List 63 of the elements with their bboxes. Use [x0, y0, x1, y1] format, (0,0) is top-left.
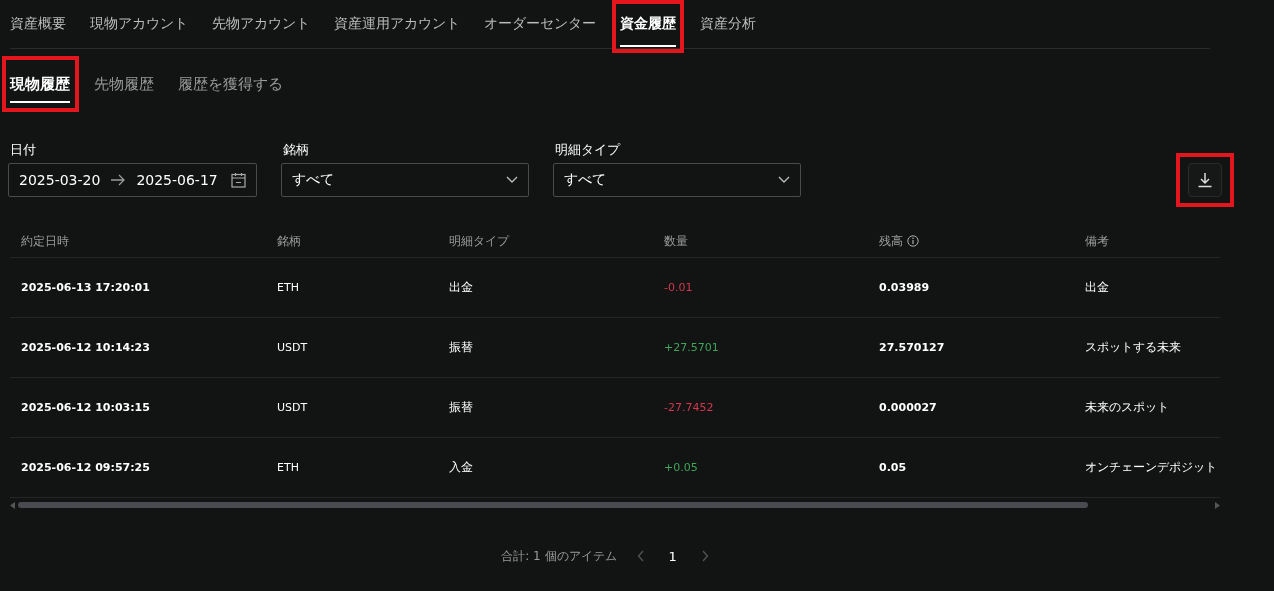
highlight-frame	[612, 0, 684, 53]
table-cell-text: +27.5701	[664, 341, 720, 354]
table-cell-text: 振替	[449, 399, 474, 416]
column-header: 明細タイプ	[449, 232, 509, 250]
nav-tab[interactable]: 資産運用アカウント	[322, 0, 472, 48]
nav-tab[interactable]: 資金履歴	[608, 0, 688, 48]
scrollbar-thumb[interactable]	[18, 502, 1088, 508]
info-icon	[907, 235, 919, 247]
column-header: 約定日時	[21, 232, 69, 250]
table-cell-text: 2025-06-12 10:03:15	[21, 401, 151, 414]
nav-tab[interactable]: 資産分析	[688, 0, 768, 48]
nav-tab[interactable]: オーダーセンター	[472, 0, 608, 48]
history-tab[interactable]: 先物履歴	[82, 59, 166, 109]
table-cell-text: 2025-06-13 17:20:01	[21, 281, 151, 294]
table-cell-text: 未来のスポット	[1085, 399, 1170, 416]
chevron-down-icon	[506, 176, 518, 184]
table-cell-text: オンチェーンデポジット	[1085, 459, 1218, 476]
table-cell-text: ETH	[277, 461, 300, 474]
total-count: 合計: 1 個のアイテム	[501, 547, 617, 565]
field-label: 明細タイプ	[555, 141, 622, 157]
table-cell-text: +0.05	[664, 461, 699, 474]
nav-tab[interactable]: 先物アカウント	[200, 0, 322, 48]
table-cell-text: 0.03989	[879, 281, 931, 294]
field-label: 銘柄	[283, 141, 310, 157]
column-header: 銘柄	[277, 232, 301, 250]
download-button[interactable]	[1188, 163, 1222, 197]
scroll-left-icon[interactable]	[10, 501, 15, 509]
arrow-right-icon	[110, 174, 127, 186]
start-date: 2025-03-20	[19, 172, 101, 188]
history-tab[interactable]: 現物履歴	[10, 59, 82, 109]
table-cell-text: -0.01	[664, 281, 694, 294]
table-cell-text: 振替	[449, 339, 474, 356]
end-date: 2025-06-17	[136, 172, 218, 188]
chevron-down-icon	[778, 176, 790, 184]
history-tab[interactable]: 履歴を獲得する	[166, 59, 295, 109]
type-dropdown[interactable]: すべて	[553, 163, 801, 197]
table-cell-text: スポットする未来	[1085, 339, 1182, 356]
date-range-field[interactable]: 2025-03-20 2025-06-17	[8, 163, 257, 197]
table-cell-text: 27.570127	[879, 341, 946, 354]
next-page-icon[interactable]	[700, 550, 709, 562]
table-cell-text: 2025-06-12 10:14:23	[21, 341, 151, 354]
table-cell-text: 0.05	[879, 461, 908, 474]
table-cell-text: 2025-06-12 09:57:25	[21, 461, 151, 474]
column-header: 数量	[664, 232, 688, 250]
scroll-right-icon[interactable]	[1215, 501, 1220, 509]
table-cell-text: USDT	[277, 341, 309, 354]
table-cell-text: 入金	[449, 459, 474, 476]
table-cell-text: 出金	[449, 279, 474, 296]
table-cell-text: 0.000027	[879, 401, 938, 414]
calendar-icon	[231, 172, 246, 188]
field-label: 日付	[10, 141, 37, 157]
table-cell-text: ETH	[277, 281, 300, 294]
table-cell-text: -27.7452	[664, 401, 715, 414]
symbol-dropdown[interactable]: すべて	[281, 163, 529, 197]
previous-page-icon[interactable]	[636, 550, 645, 562]
page-button[interactable]: 1	[658, 544, 687, 568]
nav-tab[interactable]: 資産概要	[10, 0, 78, 48]
download-icon	[1197, 172, 1213, 188]
table-cell-text: 出金	[1085, 279, 1110, 296]
table-cell-text: USDT	[277, 401, 309, 414]
column-header: 残高	[879, 232, 903, 250]
nav-tab[interactable]: 現物アカウント	[78, 0, 200, 48]
column-header: 備考	[1085, 232, 1109, 250]
